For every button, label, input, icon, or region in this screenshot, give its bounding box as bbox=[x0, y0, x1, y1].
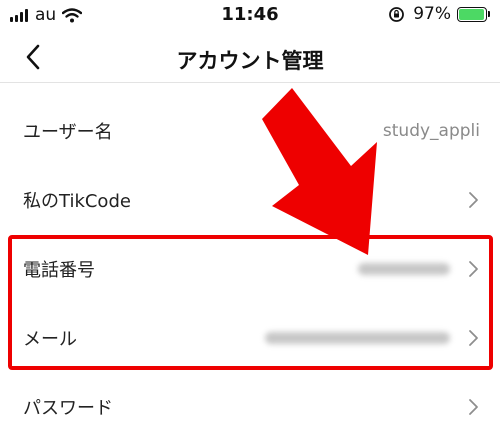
battery-tip bbox=[488, 11, 490, 17]
status-right: 97% bbox=[388, 4, 490, 24]
arrow-shape bbox=[262, 88, 377, 255]
battery-level bbox=[459, 8, 485, 20]
battery-icon bbox=[457, 6, 487, 22]
navigation-bar: アカウント管理 bbox=[0, 34, 500, 83]
row-label: パスワード bbox=[23, 397, 113, 419]
row-password[interactable]: パスワード bbox=[0, 372, 500, 441]
row-label: 私のTikCode bbox=[23, 190, 131, 212]
red-arrow-annotation-icon bbox=[262, 88, 377, 255]
status-bar: au 11:46 97% bbox=[0, 0, 500, 34]
orientation-lock-icon bbox=[389, 6, 405, 22]
page-title: アカウント管理 bbox=[176, 49, 324, 73]
chevron-right-icon bbox=[469, 399, 478, 415]
battery-percent: 97% bbox=[413, 4, 451, 24]
chevron-right-icon bbox=[469, 192, 478, 208]
row-label: ユーザー名 bbox=[23, 121, 113, 143]
